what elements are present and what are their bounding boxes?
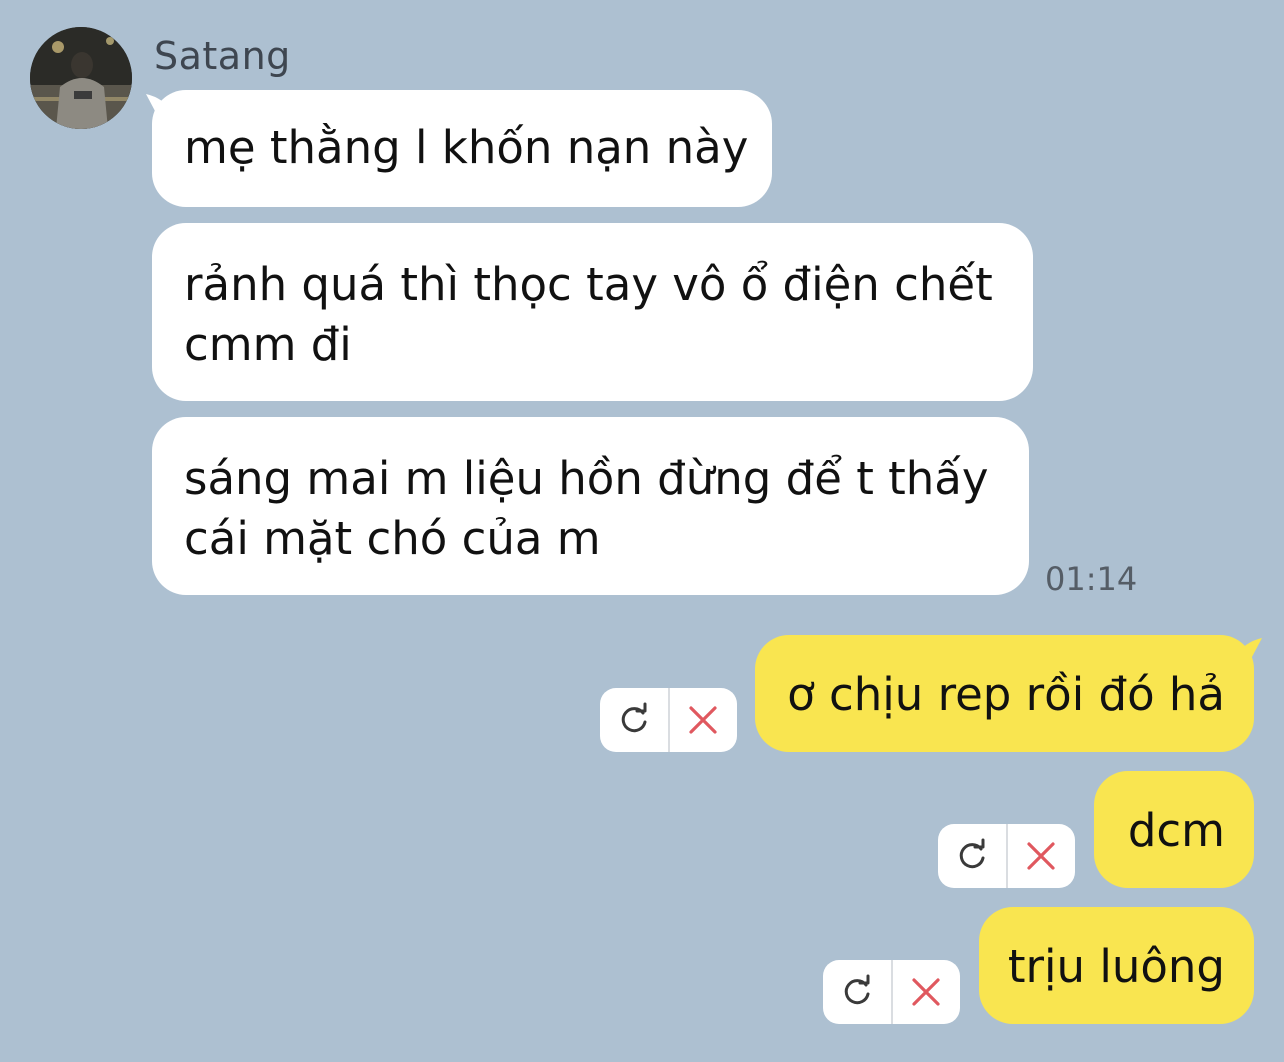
failed-message-actions [823, 960, 960, 1024]
message-text-line: sáng mai m liệu hồn đừng để t thấy [184, 452, 989, 505]
outgoing-message[interactable]: ơ chịu rep rồi đó hả [755, 635, 1254, 752]
message-timestamp: 01:14 [1045, 560, 1138, 598]
message-text-line: cái mặt chó của m [184, 512, 601, 565]
message-text: ơ chịu rep rồi đó hả [787, 668, 1225, 721]
message-text: trịu luông [1007, 940, 1225, 993]
retry-icon [844, 974, 870, 1005]
avatar[interactable] [30, 27, 132, 129]
delete-icon [689, 706, 717, 734]
retry-icon [959, 838, 985, 869]
failed-message-actions [600, 688, 737, 752]
message-text-line: cmm đi [184, 318, 352, 371]
delete-icon [912, 978, 940, 1006]
delete-button[interactable] [667, 688, 738, 752]
chat-area: Satang mẹ thằng l khốn nạn này rảnh quá … [0, 0, 1284, 1062]
message-text: dcm [1127, 804, 1225, 857]
retry-button[interactable] [600, 688, 668, 752]
outgoing-message[interactable]: trịu luông [979, 907, 1254, 1024]
failed-message-actions [938, 824, 1075, 888]
incoming-message[interactable]: mẹ thằng l khốn nạn này [152, 90, 772, 207]
delete-button[interactable] [890, 960, 961, 1024]
sender-name: Satang [154, 34, 291, 78]
incoming-message[interactable]: sáng mai m liệu hồn đừng để t thấy cái m… [152, 417, 1029, 595]
retry-button[interactable] [938, 824, 1006, 888]
delete-icon [1027, 842, 1055, 870]
retry-button[interactable] [823, 960, 891, 1024]
message-text-line: rảnh quá thì thọc tay vô ổ điện chết [184, 258, 993, 311]
avatar-photo-icon [30, 27, 132, 129]
delete-button[interactable] [1005, 824, 1076, 888]
message-text: mẹ thằng l khốn nạn này [184, 121, 749, 174]
outgoing-message[interactable]: dcm [1094, 771, 1254, 888]
retry-icon [621, 702, 647, 733]
incoming-message[interactable]: rảnh quá thì thọc tay vô ổ điện chết cmm… [152, 223, 1033, 401]
